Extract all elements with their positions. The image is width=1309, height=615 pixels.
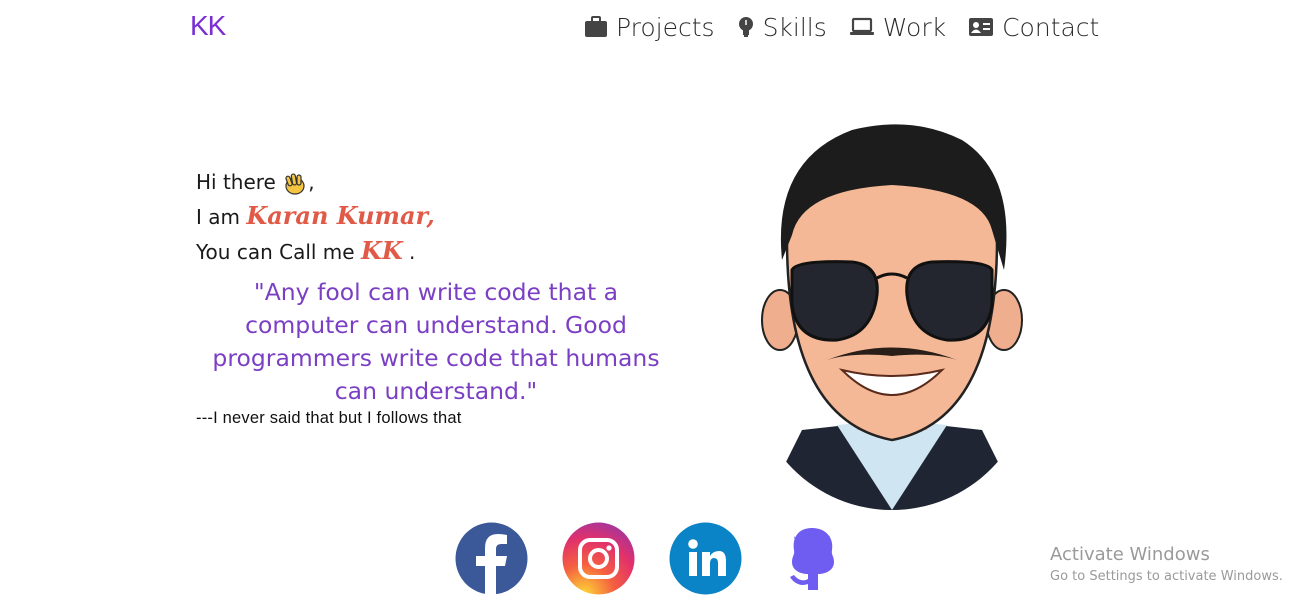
portfolio-page: KK Projects Skills Work Contact Hi there… [0, 0, 1309, 615]
social-links [455, 522, 849, 595]
watermark-subtitle: Go to Settings to activate Windows. [1050, 569, 1283, 584]
waving-hand-icon [285, 172, 305, 195]
facebook-icon[interactable] [455, 522, 528, 595]
github-icon[interactable] [776, 522, 849, 595]
nav-label: Projects [616, 12, 715, 42]
greeting-suffix: , [308, 170, 315, 194]
nav-label: Work [882, 12, 947, 42]
main-nav: Projects Skills Work Contact [584, 10, 1099, 44]
watermark-title: Activate Windows [1050, 544, 1210, 565]
greeting-text: Hi there [196, 170, 276, 194]
contact-card-icon [969, 18, 994, 36]
avatar [752, 124, 1032, 510]
nickname: KK [360, 236, 403, 265]
lightbulb-icon [738, 17, 753, 37]
period: . [409, 240, 416, 264]
laptop-icon [849, 17, 874, 35]
quote-text: "Any fool can write code that a computer… [212, 278, 660, 405]
nav-item-skills[interactable]: Skills [737, 13, 827, 42]
intro-block: Hi there , I am Karan Kumar, You can Cal… [196, 166, 435, 269]
windows-activation-watermark: Activate Windows Go to Settings to activ… [1050, 544, 1283, 584]
name-line: I am Karan Kumar, [196, 199, 435, 234]
nickname-line: You can Call me KK . [196, 234, 435, 269]
instagram-icon[interactable] [562, 522, 635, 595]
call-me-text: You can Call me [196, 240, 355, 264]
nav-item-work[interactable]: Work [849, 13, 946, 42]
nav-label: Contact [1002, 12, 1100, 42]
greeting-line: Hi there , [196, 166, 435, 199]
nav-label: Skills [762, 12, 827, 42]
briefcase-icon [585, 16, 607, 37]
full-name: Karan Kumar, [246, 201, 435, 230]
nav-item-contact[interactable]: Contact [968, 13, 1099, 42]
iam-text: I am [196, 205, 240, 229]
nav-item-projects[interactable]: Projects [584, 13, 715, 42]
quote-attribution: ---I never said that but I follows that [196, 409, 462, 427]
site-logo[interactable]: KK [190, 10, 226, 42]
linkedin-icon[interactable] [669, 522, 742, 595]
